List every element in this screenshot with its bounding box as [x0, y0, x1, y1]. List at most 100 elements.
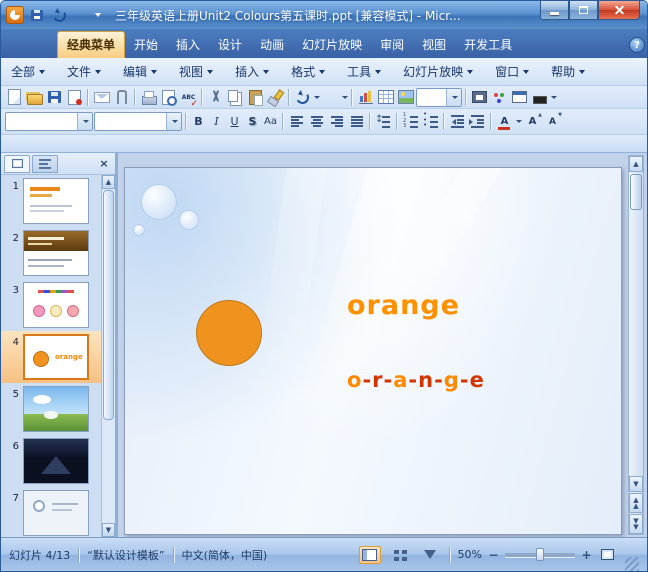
font-size-combo[interactable] [94, 112, 182, 131]
menu-window[interactable]: 窗口 [495, 63, 530, 80]
slide-4-thumbnail[interactable]: orange [23, 334, 89, 380]
bold-button[interactable]: B [190, 113, 207, 131]
save-icon[interactable] [28, 6, 46, 24]
tab-view[interactable]: 视图 [413, 32, 455, 58]
change-case-button[interactable]: Aa [262, 113, 279, 131]
slide-thumbnail-row-4-selected[interactable]: 4 orange [1, 331, 101, 383]
slide-thumbnail-row-6[interactable]: 6 [1, 435, 101, 487]
tab-insert[interactable]: 插入 [167, 32, 209, 58]
powerpoint-app-icon[interactable] [6, 6, 24, 24]
help-icon[interactable]: ? [629, 37, 645, 53]
spelling-check-icon[interactable]: ABC [179, 88, 198, 109]
zoom-level[interactable]: 50% [458, 548, 482, 561]
slide-canvas[interactable]: orange o-r-a-n-g-e [124, 167, 622, 535]
insert-chart-icon[interactable] [356, 88, 375, 107]
line-spacing-icon[interactable] [374, 112, 393, 131]
chevron-down-icon[interactable] [551, 95, 557, 99]
customize-quick-access-icon[interactable] [95, 13, 101, 17]
scrollbar-thumb[interactable] [103, 190, 114, 420]
italic-button[interactable]: I [208, 113, 225, 131]
scroll-down-icon[interactable]: ▼ [102, 523, 115, 537]
outline-tab[interactable] [32, 154, 58, 173]
resize-grip[interactable] [625, 557, 639, 571]
minimize-button[interactable] [540, 1, 569, 20]
menu-tools[interactable]: 工具 [347, 63, 382, 80]
bullets-icon[interactable] [421, 112, 440, 131]
language-indicator[interactable]: 中文(简体，中国) [182, 547, 268, 563]
align-left-icon[interactable] [287, 112, 306, 131]
slide-thumbnail-row-1[interactable]: 1 [1, 175, 101, 227]
menu-all[interactable]: 全部 [11, 63, 46, 80]
menu-view[interactable]: 视图 [179, 63, 214, 80]
menu-file[interactable]: 文件 [67, 63, 102, 80]
scroll-down-icon[interactable]: ▼ [629, 476, 643, 492]
chevron-down-icon[interactable] [314, 95, 320, 99]
zoom-slider-thumb[interactable] [536, 547, 544, 561]
format-painter-icon[interactable] [266, 88, 285, 107]
menu-slideshow[interactable]: 幻灯片放映 [403, 63, 474, 80]
insert-picture-icon[interactable] [396, 88, 415, 107]
color-scheme-icon[interactable] [490, 88, 509, 107]
chevron-down-icon[interactable] [516, 120, 522, 123]
font-combo[interactable] [5, 112, 93, 131]
slide-thumbnail-row-2[interactable]: 2 [1, 227, 101, 279]
insert-table-icon[interactable] [376, 88, 395, 107]
text-shadow-button[interactable]: S [244, 113, 261, 131]
align-right-icon[interactable] [327, 112, 346, 131]
tab-classic-menu[interactable]: 经典菜单 [57, 31, 126, 58]
zoom-in-icon[interactable]: + [580, 548, 593, 562]
vertical-scrollbar[interactable]: ▲ ▼ ▲ ▲ ▼ ▼ [628, 155, 644, 535]
email-icon[interactable] [92, 88, 111, 107]
slide-6-thumbnail[interactable] [23, 438, 89, 484]
slides-tab[interactable] [4, 154, 30, 173]
word-text[interactable]: orange [347, 290, 460, 321]
cut-icon[interactable] [206, 88, 225, 107]
maximize-button[interactable] [569, 1, 598, 20]
normal-view-button[interactable] [358, 545, 381, 564]
slide-3-thumbnail[interactable] [23, 282, 89, 328]
justify-icon[interactable] [347, 112, 366, 131]
tab-animation[interactable]: 动画 [251, 32, 293, 58]
print-preview-icon[interactable] [159, 88, 178, 107]
previous-slide-icon[interactable]: ▲ ▲ [629, 493, 643, 513]
menu-edit[interactable]: 编辑 [123, 63, 158, 80]
chevron-down-icon[interactable] [446, 88, 461, 106]
numbering-icon[interactable] [401, 112, 420, 131]
fill-color-icon[interactable] [530, 88, 549, 107]
fit-to-window-icon[interactable] [598, 545, 617, 564]
slide-thumbnail-row-7[interactable]: 7 [1, 487, 101, 537]
orange-circle-shape[interactable] [196, 300, 262, 366]
close-pane-icon[interactable]: × [96, 156, 112, 172]
tab-review[interactable]: 审阅 [371, 32, 413, 58]
paste-icon[interactable] [246, 88, 265, 107]
tab-developer[interactable]: 开发工具 [455, 32, 521, 58]
slide-7-thumbnail[interactable] [23, 490, 89, 536]
shrink-font-icon[interactable]: A [543, 112, 562, 131]
design-template-name[interactable]: “默认设计模板” [87, 547, 164, 563]
undo-icon[interactable] [293, 88, 312, 107]
align-center-icon[interactable] [307, 112, 326, 131]
redo-icon[interactable] [72, 6, 90, 24]
new-window-icon[interactable] [510, 88, 529, 107]
zoom-slider[interactable] [505, 547, 575, 561]
undo-icon[interactable] [50, 6, 68, 24]
underline-button[interactable]: U [226, 113, 243, 131]
next-slide-icon[interactable]: ▼ ▼ [629, 514, 643, 534]
zoom-out-icon[interactable]: − [487, 548, 500, 562]
word-spelling-text[interactable]: o-r-a-n-g-e [347, 368, 485, 392]
menu-help[interactable]: 帮助 [551, 63, 586, 80]
menu-insert[interactable]: 插入 [235, 63, 270, 80]
permission-icon[interactable] [65, 88, 84, 107]
save-icon[interactable] [45, 88, 64, 107]
slide-thumbnail-row-5[interactable]: 5 [1, 383, 101, 435]
chevron-down-icon[interactable] [166, 113, 181, 130]
grow-font-icon[interactable]: A [523, 112, 542, 131]
zoom-combo[interactable] [416, 87, 462, 107]
font-color-icon[interactable]: A [495, 112, 514, 131]
chevron-down-icon[interactable] [77, 113, 92, 130]
slideshow-view-button[interactable] [419, 546, 441, 564]
tab-home[interactable]: 开始 [125, 32, 167, 58]
tab-slideshow[interactable]: 幻灯片放映 [293, 32, 371, 58]
new-file-icon[interactable] [5, 88, 24, 107]
copy-icon[interactable] [226, 88, 245, 107]
